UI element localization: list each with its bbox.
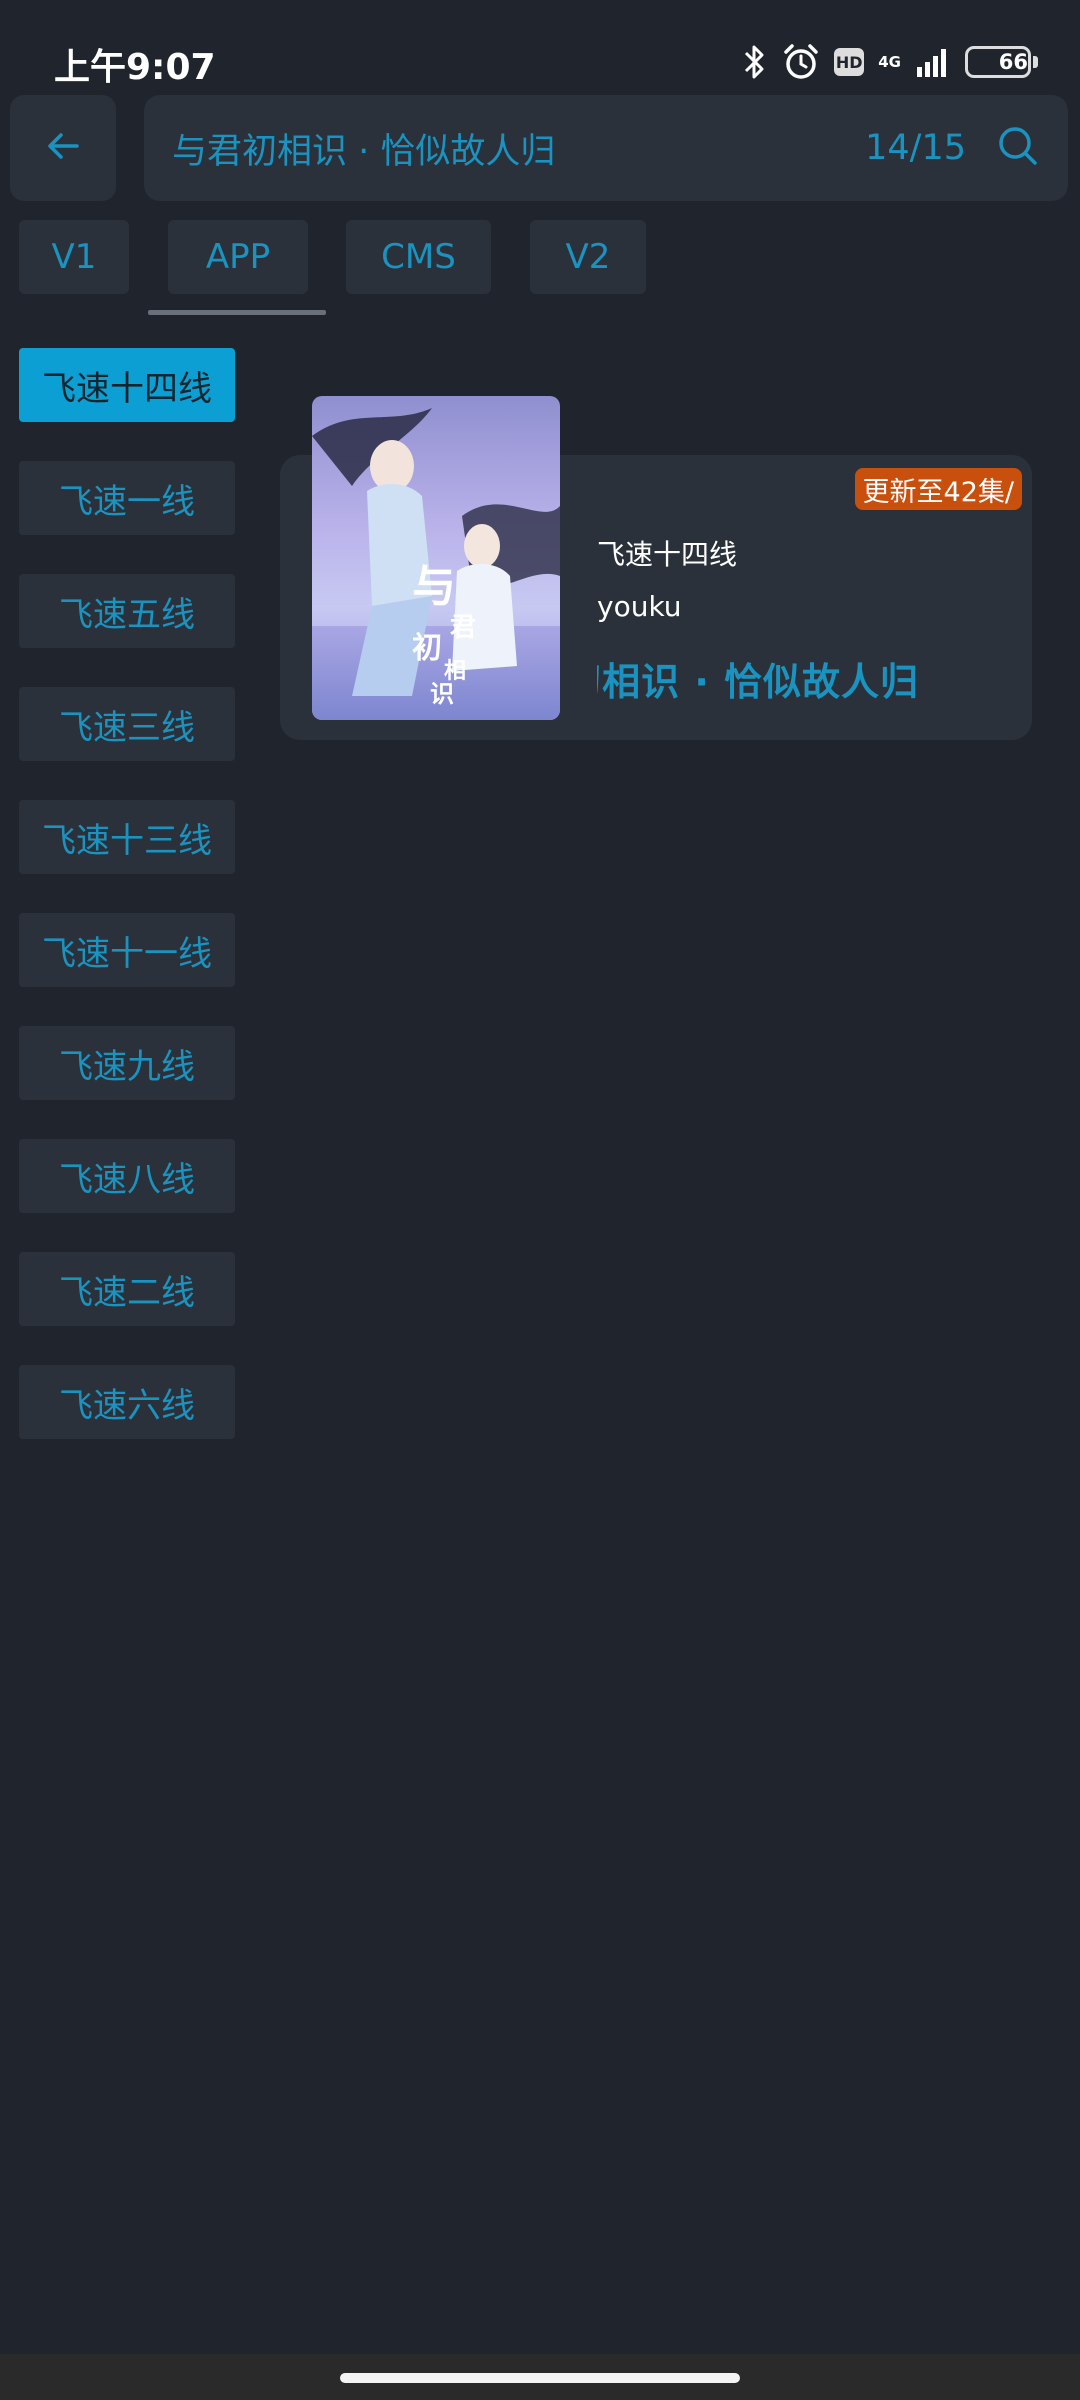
update-badge: 更新至42集/	[854, 468, 1022, 510]
status-bar: 上午9:07 HD 4G 66	[0, 0, 1080, 90]
search-title: 与君初相识 · 恰似故人归	[172, 131, 556, 172]
battery-level: 66	[998, 50, 1028, 74]
svg-text:识: 识	[430, 679, 454, 708]
source-tabs: V1 APP CMS V2	[0, 220, 1080, 320]
card-title-marquee: 与君初相识 · 恰似故人归 与君初相识 · 恰似故人归	[597, 645, 1008, 705]
line-item[interactable]: 飞速二线	[19, 1252, 235, 1326]
svg-text:与: 与	[412, 561, 456, 612]
card-source: youku	[597, 590, 682, 623]
line-item-active[interactable]: 飞速十四线	[19, 348, 235, 422]
card-title: 与君初相识 · 恰似故人归 与君初相识 · 恰似故人归	[597, 660, 920, 704]
alarm-icon	[782, 43, 820, 81]
tab-v2[interactable]: V2	[530, 220, 646, 294]
navigation-bar	[0, 2354, 1080, 2400]
tab-cms[interactable]: CMS	[346, 220, 491, 294]
signal-icon	[915, 47, 951, 77]
hd-icon: HD	[834, 48, 865, 76]
svg-text:君: 君	[450, 613, 476, 643]
line-item[interactable]: 飞速一线	[19, 461, 235, 535]
result-count: 14/15	[865, 128, 966, 168]
line-item[interactable]: 飞速八线	[19, 1139, 235, 1213]
tab-app[interactable]: APP	[168, 220, 308, 294]
tab-v1[interactable]: V1	[19, 220, 129, 294]
line-item[interactable]: 飞速十三线	[19, 800, 235, 874]
line-item[interactable]: 飞速六线	[19, 1365, 235, 1439]
card-line-name: 飞速十四线	[597, 538, 738, 571]
status-time: 上午9:07	[54, 47, 216, 88]
svg-text:初: 初	[412, 631, 442, 666]
arrow-left-icon	[43, 126, 83, 170]
search-icon[interactable]	[996, 124, 1040, 172]
tab-indicator	[148, 310, 326, 315]
line-item[interactable]: 飞速九线	[19, 1026, 235, 1100]
line-item[interactable]: 飞速十一线	[19, 913, 235, 987]
poster-image[interactable]: 与 君 初 相 识	[312, 396, 560, 720]
bluetooth-icon	[742, 43, 768, 81]
network-type-icon: 4G	[878, 52, 901, 71]
battery-icon: 66	[965, 46, 1038, 78]
search-bar[interactable]: 与君初相识 · 恰似故人归 14/15	[144, 95, 1068, 201]
back-button[interactable]	[10, 95, 116, 201]
status-icons: HD 4G 66	[742, 42, 1038, 82]
home-indicator[interactable]	[340, 2373, 740, 2383]
poster-artwork: 与 君 初 相 识	[312, 408, 560, 720]
line-item[interactable]: 飞速三线	[19, 687, 235, 761]
line-item[interactable]: 飞速五线	[19, 574, 235, 648]
